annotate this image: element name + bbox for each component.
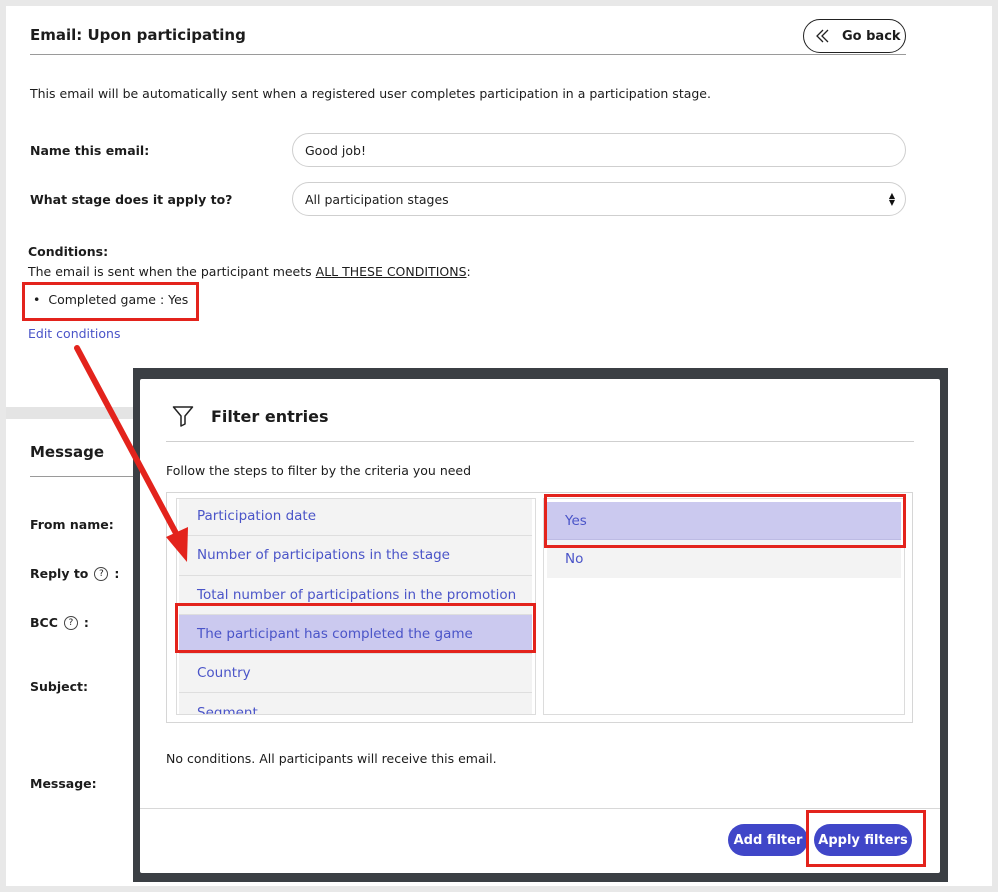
criteria-item[interactable]: Participation date: [179, 499, 532, 537]
values-list[interactable]: Yes No: [543, 498, 905, 715]
go-back-button[interactable]: Go back: [803, 19, 906, 53]
help-icon[interactable]: ?: [63, 615, 78, 630]
section-separator: [6, 407, 134, 419]
bullet-icon: •: [33, 292, 41, 307]
reply-to-colon: :: [114, 566, 120, 581]
help-icon[interactable]: ?: [94, 566, 109, 581]
message-divider: [30, 476, 134, 477]
email-name-value: Good job!: [305, 142, 366, 158]
modal-footer-divider: [140, 808, 940, 809]
criteria-item[interactable]: Total number of participations in the pr…: [179, 575, 532, 615]
apply-filters-button[interactable]: Apply filters: [814, 824, 912, 856]
conditions-text-prefix: The email is sent when the participant m…: [28, 264, 316, 279]
bcc-text: BCC: [30, 615, 58, 630]
go-back-label: Go back: [842, 28, 901, 44]
criteria-item[interactable]: Segment: [179, 693, 532, 714]
conditions-text-emphasis: ALL THESE CONDITIONS: [315, 264, 467, 279]
conditions-text-suffix: :: [466, 264, 471, 279]
message-section-title: Message: [30, 443, 104, 461]
message-label: Message:: [30, 776, 97, 791]
value-item-selected[interactable]: Yes: [547, 502, 901, 540]
modal-divider: [166, 441, 914, 442]
filter-status-text: No conditions. All participants will rec…: [166, 751, 497, 766]
reply-to-text: Reply to: [30, 566, 89, 581]
criteria-item[interactable]: Number of participations in the stage: [179, 536, 532, 576]
filter-icon: [172, 406, 194, 427]
email-description: This email will be automatically sent wh…: [30, 86, 711, 101]
value-item[interactable]: No: [547, 540, 901, 578]
criteria-item-selected[interactable]: The participant has completed the game: [179, 614, 532, 655]
from-name-label: From name:: [30, 517, 114, 532]
subject-label: Subject:: [30, 679, 88, 694]
email-name-input[interactable]: Good job!: [292, 133, 906, 167]
select-caret-icon: ▲ ▼: [888, 191, 895, 207]
name-email-label: Name this email:: [30, 143, 150, 158]
stage-label: What stage does it apply to?: [30, 192, 233, 207]
bcc-colon: :: [83, 615, 89, 630]
conditions-text: The email is sent when the participant m…: [28, 264, 471, 279]
condition-list-item: • Completed game : Yes: [33, 292, 188, 307]
page-title: Email: Upon participating: [30, 26, 246, 44]
stage-select-value: All participation stages: [305, 191, 449, 207]
edit-conditions-link[interactable]: Edit conditions: [28, 326, 121, 341]
condition-item-text: Completed game : Yes: [48, 292, 189, 307]
criteria-item[interactable]: Country: [179, 654, 532, 694]
double-chevron-left-icon: [816, 29, 829, 43]
bcc-label: BCC ? :: [30, 615, 89, 630]
criteria-list[interactable]: Participation date Number of participati…: [176, 498, 536, 715]
modal-title: Filter entries: [211, 407, 329, 426]
modal-description: Follow the steps to filter by the criter…: [166, 463, 472, 478]
add-filter-button[interactable]: Add filter: [728, 824, 808, 856]
stage-select[interactable]: All participation stages ▲ ▼: [292, 182, 906, 216]
reply-to-label: Reply to ? :: [30, 566, 119, 581]
conditions-title: Conditions:: [28, 244, 109, 259]
page: Email: Upon participating Go back This e…: [6, 6, 992, 886]
title-divider: [30, 54, 906, 55]
